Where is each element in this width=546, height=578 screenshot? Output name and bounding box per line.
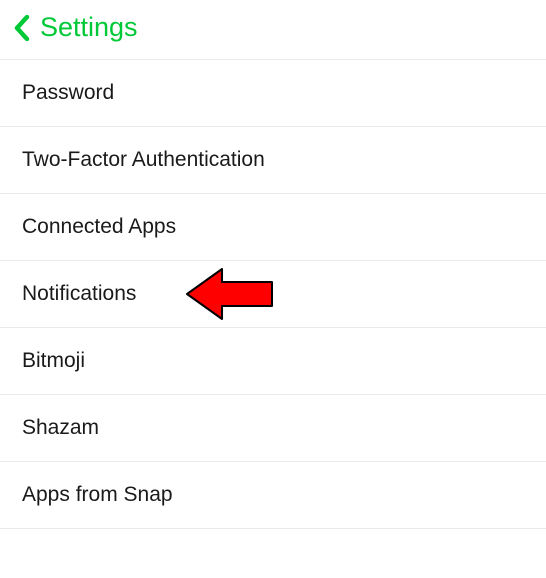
highlight-arrow-icon [182, 264, 282, 324]
page-title: Settings [40, 12, 138, 43]
settings-item-label: Password [22, 81, 114, 104]
settings-item-apps-from-snap[interactable]: Apps from Snap [0, 462, 546, 529]
settings-item-connected-apps[interactable]: Connected Apps [0, 194, 546, 261]
settings-item-password[interactable]: Password [0, 59, 546, 127]
settings-item-two-factor[interactable]: Two-Factor Authentication [0, 127, 546, 194]
settings-item-shazam[interactable]: Shazam [0, 395, 546, 462]
settings-item-label: Apps from Snap [22, 483, 173, 506]
settings-item-label: Two-Factor Authentication [22, 148, 265, 171]
settings-item-label: Connected Apps [22, 215, 176, 238]
back-icon[interactable] [14, 15, 30, 41]
settings-item-notifications[interactable]: Notifications [0, 261, 546, 328]
settings-item-label: Notifications [22, 282, 136, 305]
settings-item-label: Bitmoji [22, 349, 85, 372]
settings-item-bitmoji[interactable]: Bitmoji [0, 328, 546, 395]
settings-list: Password Two-Factor Authentication Conne… [0, 59, 546, 529]
settings-header: Settings [0, 0, 546, 59]
settings-item-label: Shazam [22, 416, 99, 439]
